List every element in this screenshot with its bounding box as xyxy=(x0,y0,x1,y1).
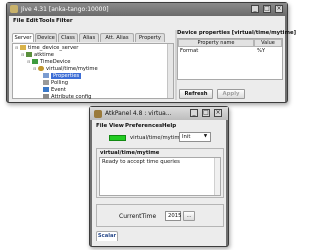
state-indicator xyxy=(109,135,126,141)
menu-tools[interactable]: Tools xyxy=(39,18,55,24)
close-icon[interactable]: × xyxy=(275,5,283,13)
table-cell[interactable]: %Y xyxy=(257,48,265,54)
refresh-button[interactable]: Refresh xyxy=(179,89,213,99)
tree-node[interactable]: Polling xyxy=(43,80,68,86)
event-icon xyxy=(43,87,49,92)
class-icon xyxy=(32,59,39,64)
menu-filter[interactable]: Filter xyxy=(56,18,73,24)
tree-label: Event xyxy=(51,87,66,93)
menu-help[interactable]: Help xyxy=(162,123,176,129)
chevron-down-icon[interactable]: ▼ xyxy=(202,134,209,140)
window-title: Jive 4.31 [anka-tango:10000] xyxy=(21,6,109,13)
status-group: virtual/time/mytime Ready to accept time… xyxy=(96,148,224,198)
tree-node[interactable]: Event xyxy=(43,87,66,93)
expand-icon[interactable]: ⊟ xyxy=(15,45,18,50)
tab-alias[interactable]: Alias xyxy=(79,33,99,42)
expand-icon[interactable]: ⊟ xyxy=(21,52,24,57)
tree-label: Polling xyxy=(51,80,69,86)
apply-button[interactable]: Apply xyxy=(217,89,245,99)
tree-node[interactable]: ⊟ virtual/time/mytime xyxy=(33,66,98,72)
server-tree: ⊟ time_device_server ⊟ atktime ⊟ TimeDev… xyxy=(12,43,174,100)
app-icon xyxy=(94,110,102,118)
maximize-icon[interactable]: □ xyxy=(202,109,210,117)
tree-node-selected[interactable]: Properties xyxy=(43,73,82,79)
jive-client: File Edit Tools Filter Server Device Cla… xyxy=(9,16,296,102)
attribute-icon xyxy=(43,94,49,99)
expand-icon[interactable]: ⊟ xyxy=(33,66,36,71)
attribute-label: CurrentTime xyxy=(119,213,157,220)
scalar-panel: CurrentTime 2015 ... xyxy=(96,204,224,227)
column-header[interactable]: Property name xyxy=(178,39,254,47)
menu-file[interactable]: File xyxy=(13,18,24,24)
tab-scalar[interactable]: Scalar xyxy=(96,231,118,241)
jive-titlebar[interactable]: Jive 4.31 [anka-tango:10000] _ □ × xyxy=(7,3,287,16)
device-icon xyxy=(38,66,45,71)
server-icon xyxy=(26,52,33,57)
attribute-value: 2015 xyxy=(165,211,181,221)
status-text: Ready to accept time queries xyxy=(102,159,180,165)
minimize-icon[interactable]: _ xyxy=(251,5,259,13)
tree-node[interactable]: ⊟ atktime xyxy=(21,52,54,58)
tab-att-alias[interactable]: Att. Alias xyxy=(100,33,134,42)
tab-server[interactable]: Server xyxy=(12,33,34,42)
panel-title: Device properties [virtual/time/mytime] xyxy=(177,30,296,36)
tree-label: atktime xyxy=(34,52,54,58)
close-icon[interactable]: × xyxy=(214,109,222,117)
tree-label: time_device_server xyxy=(28,45,79,51)
atk-client: File View Preferences Help virtual/time/… xyxy=(92,120,226,246)
properties-icon xyxy=(43,73,49,78)
polling-icon xyxy=(43,80,49,85)
tree-label: Properties xyxy=(51,73,82,79)
expand-icon[interactable]: ⊟ xyxy=(27,59,30,64)
maximize-icon[interactable]: □ xyxy=(263,5,271,13)
tab-device[interactable]: Device xyxy=(35,33,57,42)
tab-property[interactable]: Property xyxy=(135,33,165,42)
properties-table: Property name Value Format %Y xyxy=(177,38,283,80)
tree-label: virtual/time/mytime xyxy=(46,66,98,72)
device-properties-panel: Device properties [virtual/time/mytime] … xyxy=(177,30,296,100)
menu-file[interactable]: File xyxy=(96,123,107,129)
menu-preferences[interactable]: Preferences xyxy=(125,123,162,129)
tree-label: Attribute config xyxy=(51,94,92,100)
app-icon xyxy=(10,5,18,13)
window-title: AtkPanel 4.8 : virtua... xyxy=(105,110,172,117)
folder-icon xyxy=(20,45,27,50)
status-textarea[interactable]: Ready to accept time queries xyxy=(99,157,221,196)
device-name: virtual/time/mytime xyxy=(130,135,183,141)
state-select[interactable]: Init ▼ xyxy=(179,132,211,142)
menu-edit[interactable]: Edit xyxy=(26,18,38,24)
menu-view[interactable]: View xyxy=(109,123,124,129)
tree-node[interactable]: ⊟ time_device_server xyxy=(15,45,78,51)
atkpanel-window: AtkPanel 4.8 : virtua... _ □ × File View… xyxy=(89,106,229,247)
status-title: virtual/time/mytime xyxy=(100,150,160,156)
column-header[interactable]: Value xyxy=(254,39,282,47)
jive-window: Jive 4.31 [anka-tango:10000] _ □ × File … xyxy=(6,2,296,103)
tree-scrollbar[interactable] xyxy=(167,44,173,98)
more-button[interactable]: ... xyxy=(183,211,195,221)
table-cell[interactable]: Format xyxy=(180,48,198,54)
tree-node[interactable]: ⊟ TimeDevice xyxy=(27,59,70,65)
tree-label: TimeDevice xyxy=(40,59,71,65)
minimize-icon[interactable]: _ xyxy=(190,109,198,117)
state-value: Init xyxy=(182,134,191,140)
status-scrollbar[interactable] xyxy=(214,158,220,195)
atk-titlebar[interactable]: AtkPanel 4.8 : virtua... _ □ × xyxy=(90,107,228,120)
tab-class[interactable]: Class xyxy=(58,33,78,42)
tree-node[interactable]: Attribute config xyxy=(43,94,91,100)
